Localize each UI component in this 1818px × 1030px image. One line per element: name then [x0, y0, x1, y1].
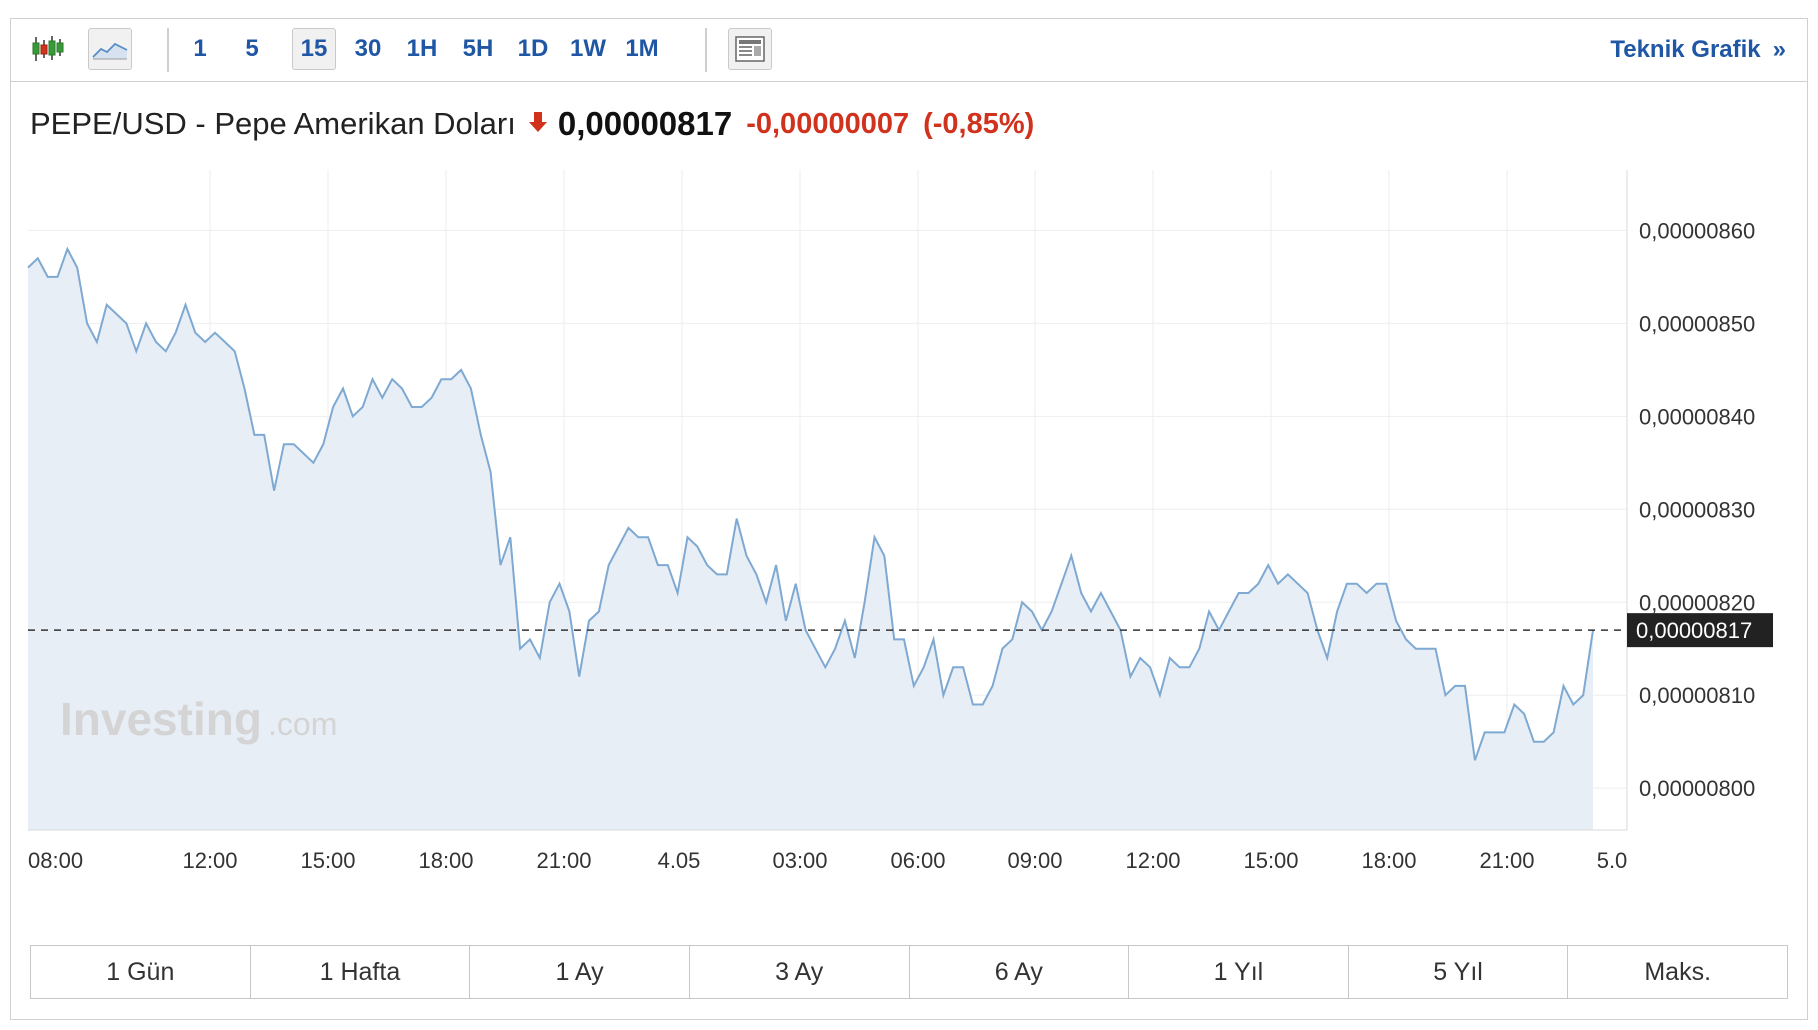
x-tick-label: 21:00 [536, 848, 591, 873]
range-button-4[interactable]: 6 Ay [910, 946, 1130, 998]
range-button-7[interactable]: Maks. [1568, 946, 1787, 998]
y-tick-label: 0,00000830 [1639, 497, 1755, 522]
range-button-1[interactable]: 1 Hafta [251, 946, 471, 998]
x-tick-label: 06:00 [890, 848, 945, 873]
x-tick-label: 03:00 [772, 848, 827, 873]
x-tick-label: 09:00 [1007, 848, 1062, 873]
range-selector: 1 Gün 1 Hafta 1 Ay 3 Ay 6 Ay 1 Yıl 5 Yıl Maks. [30, 945, 1788, 999]
range-button-2[interactable]: 1 Ay [470, 946, 690, 998]
investing-watermark-suffix: .com [268, 706, 337, 742]
y-tick-label: 0,00000810 [1639, 683, 1755, 708]
range-button-5[interactable]: 1 Yıl [1129, 946, 1349, 998]
y-tick-label: 0,00000850 [1639, 311, 1755, 336]
investing-watermark: Investing [60, 693, 262, 745]
range-button-3[interactable]: 3 Ay [690, 946, 910, 998]
price-area-fill [28, 249, 1593, 830]
y-tick-label: 0,00000860 [1639, 218, 1755, 243]
last-value-label: 0,00000817 [1636, 618, 1752, 643]
x-tick-label: 12:00 [182, 848, 237, 873]
x-tick-label: 15:00 [1243, 848, 1298, 873]
price-chart[interactable]: 0,00000800 0,00000810 0,00000820 0,00000830… [0, 0, 1818, 930]
range-button-0[interactable]: 1 Gün [31, 946, 251, 998]
x-tick-label: 15:00 [300, 848, 355, 873]
range-button-6[interactable]: 5 Yıl [1349, 946, 1569, 998]
y-tick-label: 0,00000800 [1639, 776, 1755, 801]
y-tick-label: 0,00000820 [1639, 590, 1755, 615]
x-tick-label: 08:00 [28, 848, 83, 873]
x-tick-label: 4.05 [658, 848, 701, 873]
x-tick-label: 18:00 [418, 848, 473, 873]
y-tick-label: 0,00000840 [1639, 404, 1755, 429]
x-tick-label: 21:00 [1479, 848, 1534, 873]
x-tick-label: 12:00 [1125, 848, 1180, 873]
x-tick-label: 18:00 [1361, 848, 1416, 873]
x-tick-label: 5.0 [1597, 848, 1628, 873]
